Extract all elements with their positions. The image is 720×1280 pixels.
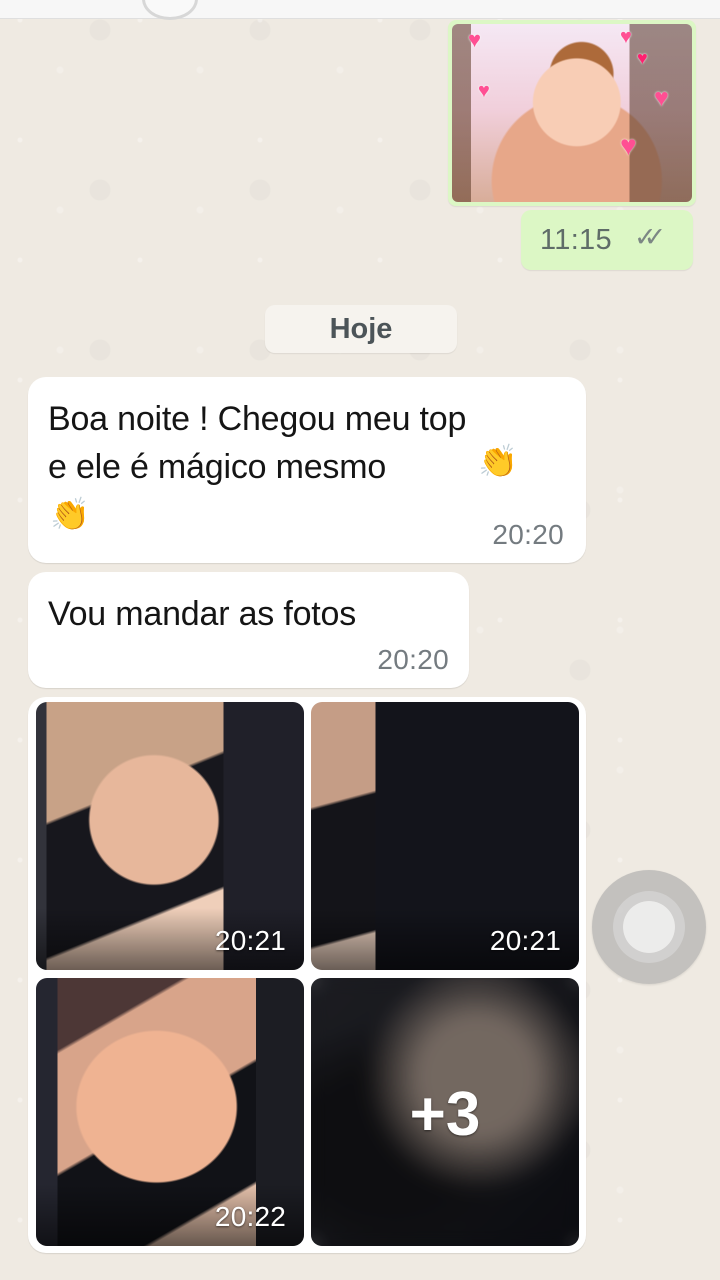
more-photos-thumbnail[interactable]: +3	[311, 978, 579, 1246]
clapping-hands-icon: 👏	[50, 496, 90, 532]
message-line: Boa noite ! Chegou meu top	[48, 400, 467, 438]
incoming-message[interactable]: Vou mandar as fotos 20:20	[28, 572, 469, 688]
photo-time: 20:22	[214, 1201, 286, 1232]
date-separator: Hoje	[265, 305, 457, 353]
photo-time: 20:21	[214, 925, 286, 956]
sent-message-time: 11:15	[540, 224, 612, 256]
message-time: 20:20	[492, 519, 564, 550]
sent-photo-message[interactable]	[448, 20, 696, 206]
double-check-icon: ✓✓	[634, 222, 666, 252]
clapping-hands-icon: 👏	[478, 443, 518, 479]
heart-icon: ♥	[620, 26, 632, 48]
heart-icon: ♥	[468, 27, 482, 52]
more-photos-count: +3	[409, 1080, 481, 1149]
message-time: 20:20	[377, 644, 449, 675]
heart-icon: ♥	[620, 130, 637, 161]
message-text: Vou mandar as fotos	[48, 595, 357, 633]
heart-icon: ♥	[478, 80, 490, 102]
scroll-button-icon	[623, 901, 675, 953]
scroll-button[interactable]	[592, 870, 706, 984]
photo-time: 20:21	[489, 925, 561, 956]
photo-thumbnail[interactable]: 20:22	[36, 978, 304, 1246]
top-bar	[0, 0, 720, 20]
photo-thumbnail[interactable]: 20:21	[36, 702, 304, 970]
sent-photo[interactable]	[452, 24, 692, 202]
avatar[interactable]	[142, 0, 198, 20]
photo-thumbnail[interactable]: 20:21	[311, 702, 579, 970]
heart-icon: ♥	[654, 84, 669, 112]
heart-icon: ♥	[637, 48, 648, 68]
